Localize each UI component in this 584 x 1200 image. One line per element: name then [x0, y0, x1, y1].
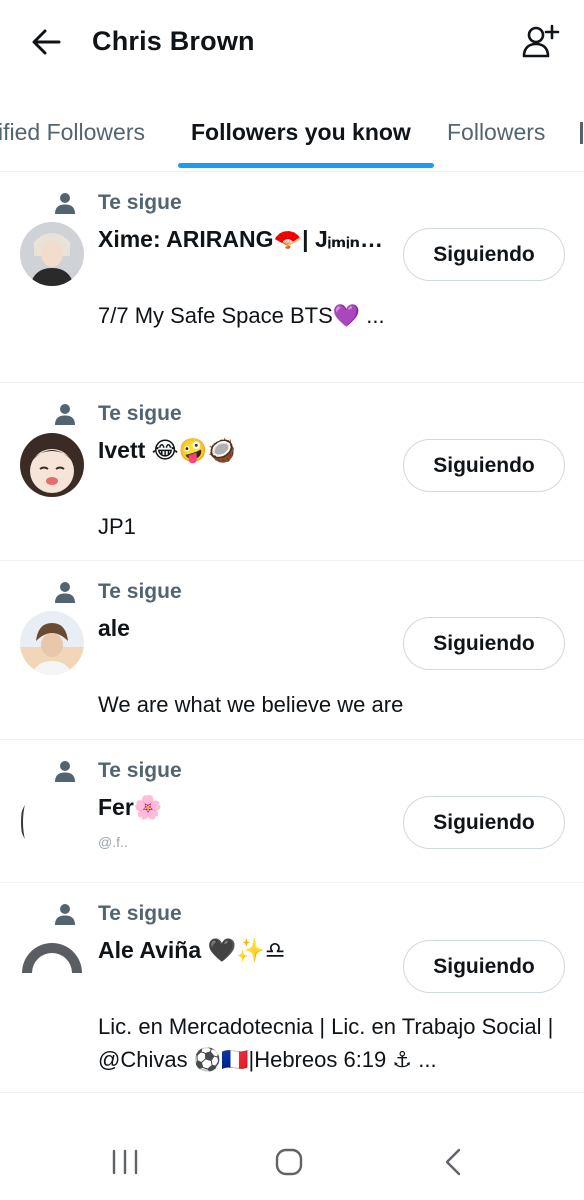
- tab-verified-followers[interactable]: ified Followers: [0, 116, 145, 148]
- person-icon: [55, 193, 75, 214]
- social-context-label: Te sigue: [98, 902, 182, 925]
- top-app-bar: Chris Brown: [0, 0, 584, 82]
- social-context: Te sigue: [54, 191, 182, 214]
- avatar-image: [20, 790, 84, 854]
- social-context: Te sigue: [54, 580, 182, 603]
- social-context-label: Te sigue: [98, 759, 182, 782]
- person-icon: [55, 404, 75, 425]
- user-bio: 7/7 My Safe Space BTS💜 ...: [98, 303, 385, 328]
- list-item[interactable]: Te sigue Fer🌸 @.f.. Siguiendo: [0, 740, 584, 883]
- user-display-name[interactable]: ale: [98, 613, 130, 643]
- user-display-name[interactable]: Ivett 😂🤪🥥: [98, 435, 236, 465]
- list-item[interactable]: Te sigue ale Siguiendo We are what we be…: [0, 561, 584, 740]
- social-context-label: Te sigue: [98, 580, 182, 603]
- avatar[interactable]: [20, 611, 84, 675]
- user-bio: We are what we believe we are: [98, 692, 404, 717]
- active-tab-indicator: [178, 163, 434, 168]
- list-item[interactable]: Te sigue Ale Aviña 🖤✨♎ Siguiendo Lic. en…: [0, 883, 584, 1093]
- avatar[interactable]: [20, 433, 84, 497]
- nav-back-button[interactable]: [423, 1142, 483, 1182]
- avatar-image: [20, 222, 84, 286]
- avatar-image: [20, 611, 84, 675]
- person-icon: [55, 761, 75, 782]
- back-button[interactable]: [26, 22, 66, 62]
- user-display-name[interactable]: Xime: ARIRANG🪭| Jᵢₘᵢₙ…: [98, 224, 383, 254]
- social-context-label: Te sigue: [98, 402, 182, 425]
- following-button[interactable]: Siguiendo: [403, 796, 565, 849]
- person-icon: [55, 582, 75, 603]
- recents-icon: [112, 1149, 138, 1175]
- nav-back-icon: [445, 1148, 461, 1176]
- social-context: Te sigue: [54, 402, 182, 425]
- avatar[interactable]: [20, 222, 84, 286]
- avatar-image: [20, 433, 84, 497]
- user-bio: Lic. en Mercadotecnia | Lic. en Trabajo …: [98, 1014, 554, 1072]
- user-display-name[interactable]: Fer🌸: [98, 792, 162, 822]
- tab-followers-you-know[interactable]: Followers you know: [191, 116, 411, 148]
- system-navigation-bar: [0, 1112, 584, 1200]
- home-button[interactable]: [259, 1142, 319, 1182]
- following-button[interactable]: Siguiendo: [403, 940, 565, 993]
- home-icon: [275, 1148, 303, 1176]
- tab-bar: ified Followers Followers you know Follo…: [0, 100, 584, 172]
- list-item[interactable]: Te sigue Ivett 😂🤪🥥 Siguiendo JP1: [0, 383, 584, 561]
- person-icon: [55, 904, 75, 925]
- add-user-button[interactable]: [518, 20, 562, 64]
- user-handle: @.f..: [98, 834, 128, 850]
- tab-followers[interactable]: Followers: [447, 116, 545, 148]
- page-title: Chris Brown: [92, 26, 255, 56]
- social-context: Te sigue: [54, 759, 182, 782]
- following-button[interactable]: Siguiendo: [403, 439, 565, 492]
- arrow-left-icon: [32, 29, 61, 55]
- user-display-name[interactable]: Ale Aviña 🖤✨♎: [98, 935, 285, 965]
- following-button[interactable]: Siguiendo: [403, 228, 565, 281]
- avatar-image: [20, 933, 84, 997]
- avatar[interactable]: [20, 790, 84, 854]
- next-tab-edge: [580, 122, 583, 144]
- social-context-label: Te sigue: [98, 191, 182, 214]
- list-item[interactable]: Te sigue Xime: ARIRANG🪭| Jᵢₘᵢₙ… Siguiend…: [0, 172, 584, 383]
- following-button[interactable]: Siguiendo: [403, 617, 565, 670]
- avatar[interactable]: [20, 933, 84, 997]
- social-context: Te sigue: [54, 902, 182, 925]
- add-user-icon: [522, 24, 560, 58]
- recents-button[interactable]: [95, 1142, 155, 1182]
- user-bio: JP1: [98, 514, 136, 539]
